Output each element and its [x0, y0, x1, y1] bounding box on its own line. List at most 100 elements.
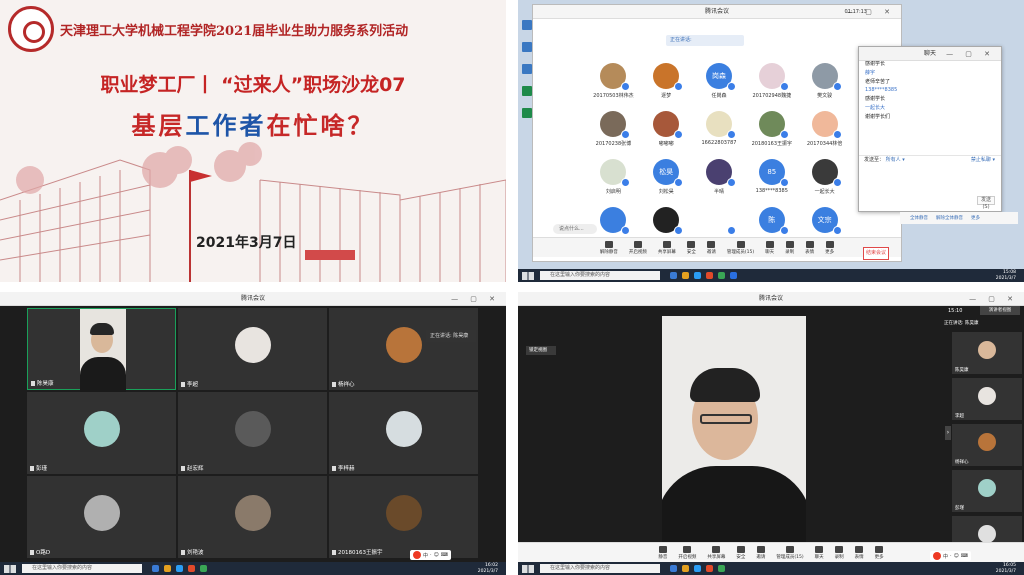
desktop-icon[interactable] — [522, 20, 532, 30]
participant-item[interactable]: 20170344林倍 — [798, 111, 851, 155]
toolbar-button[interactable]: 开启视频 — [629, 240, 647, 255]
video-tile[interactable]: 李梓赫 — [329, 392, 478, 474]
app-icon[interactable] — [188, 565, 195, 572]
participant-item[interactable]: 刘启明 — [587, 159, 640, 203]
participant-item[interactable]: 201702948魏捷 — [745, 63, 798, 107]
participant-item[interactable]: 半晴 — [693, 159, 746, 203]
toolbar-button[interactable]: 开启视频 — [678, 545, 696, 560]
mic-icon — [181, 382, 185, 387]
app-icon[interactable] — [164, 565, 171, 572]
toolbar-button[interactable]: 邀请 — [707, 240, 716, 255]
video-tile[interactable]: 杨祥心 — [329, 308, 478, 390]
windows-start-icon[interactable] — [4, 564, 16, 573]
desktop-icon[interactable] — [522, 108, 532, 118]
app-icon[interactable] — [706, 272, 713, 279]
participant-name: 赵宏辉 — [181, 464, 204, 472]
ime-toolbar[interactable]: 中 · ☺ ⌨ — [930, 551, 972, 561]
toolbar-button[interactable]: 共享屏幕 — [707, 545, 725, 560]
desktop-icon[interactable] — [522, 64, 532, 74]
video-tile[interactable]: 刘艳波 — [178, 476, 327, 558]
end-meeting-button[interactable]: 结束会议 — [863, 247, 889, 260]
taskbar-search[interactable]: 在这里输入你要搜索的内容 — [540, 271, 660, 280]
participant-item[interactable]: 20180163王振宇 — [745, 111, 798, 155]
meeting-window: 腾讯会议 01:17:13 — ▢ ✕ 正在讲话: 20170503林伟杰 逐梦 岗… — [532, 4, 902, 262]
app-icon[interactable] — [706, 565, 713, 572]
side-video-tile[interactable]: 陈昊康 — [952, 332, 1022, 374]
ime-toolbar[interactable]: 中 · ☺ ⌨ — [410, 550, 452, 560]
app-icon[interactable] — [718, 565, 725, 572]
toolbar-button[interactable]: 解除静音 — [600, 240, 618, 255]
window-controls[interactable]: — ▢ ✕ — [451, 292, 500, 306]
windows-start-icon[interactable] — [522, 271, 534, 280]
toolbar-button[interactable]: 录制 — [835, 545, 844, 560]
participant-name: 嘟嘟嘟 — [658, 141, 674, 147]
lock-view-button[interactable]: 锁定视图 — [526, 346, 556, 355]
windows-start-icon[interactable] — [522, 564, 534, 573]
app-icon[interactable] — [200, 565, 207, 572]
app-icon[interactable] — [694, 272, 701, 279]
app-icon[interactable] — [670, 272, 677, 279]
participant-item[interactable]: 85 138****8385 — [745, 159, 798, 203]
toolbar-button[interactable]: 聊天 — [765, 240, 774, 255]
app-icon[interactable] — [670, 565, 677, 572]
toolbar-button[interactable]: 共享屏幕 — [658, 240, 676, 255]
toolbar-button[interactable]: 录制 — [785, 240, 794, 255]
toolbar-button[interactable]: 表情 — [805, 240, 814, 255]
video-tile[interactable]: 彭瑾 — [27, 392, 176, 474]
send-button[interactable]: 发送(S) — [977, 196, 995, 210]
toolbar-button[interactable]: 表情 — [855, 545, 864, 560]
app-icon[interactable] — [682, 272, 689, 279]
toolbar-button[interactable]: 安全 — [687, 240, 696, 255]
app-icon[interactable] — [730, 272, 737, 279]
poster-subtitle: 基层工作者在忙啥？ — [131, 112, 375, 140]
participant-action-button[interactable]: 全体静音 — [910, 215, 928, 221]
taskbar-search[interactable]: 在这里输入你要搜索的内容 — [22, 564, 142, 573]
side-video-tile[interactable]: 杨祥心 — [952, 424, 1022, 466]
participant-action-button[interactable]: 解除全体静音 — [936, 215, 963, 221]
toolbar-icon — [712, 545, 721, 553]
toolbar-button[interactable]: 更多 — [825, 240, 834, 255]
chat-message: 感谢学长 — [865, 96, 886, 102]
desktop-icon[interactable] — [522, 86, 532, 96]
window-controls[interactable]: — ▢ ✕ — [969, 292, 1018, 306]
video-tile[interactable]: 陈昊康 — [27, 308, 176, 393]
send-target-select[interactable]: 所有人 ▾ — [886, 157, 905, 163]
participant-item[interactable]: 逐梦 — [640, 63, 693, 107]
participant-item[interactable]: 松昊 刘松昊 — [640, 159, 693, 203]
toolbar-button[interactable]: 聊天 — [815, 545, 824, 560]
toolbar-button[interactable]: 管理成员(15) — [776, 545, 804, 560]
app-icon[interactable] — [694, 565, 701, 572]
window-controls[interactable]: — ▢ ✕ — [946, 47, 995, 61]
participant-item[interactable]: 嘟嘟嘟 — [640, 111, 693, 155]
app-icon[interactable] — [176, 565, 183, 572]
window-controls[interactable]: — ▢ ✕ — [846, 5, 895, 19]
video-tile[interactable]: 赵宏辉 — [178, 392, 327, 474]
participant-item[interactable]: 一起长大 — [798, 159, 851, 203]
video-tile[interactable]: O路D — [27, 476, 176, 558]
layout-switch-button[interactable]: 演讲者视图 — [980, 306, 1020, 315]
toolbar-button[interactable]: 静音 — [658, 545, 667, 560]
participant-action-button[interactable]: 更多 — [971, 215, 980, 221]
participant-name: 刘艳波 — [181, 548, 204, 556]
taskbar-search[interactable]: 在这里输入你要搜索的内容 — [540, 564, 660, 573]
desktop-icon[interactable] — [522, 42, 532, 52]
toolbar-button[interactable]: 更多 — [875, 545, 884, 560]
participant-item[interactable]: 岗森 任岗森 — [693, 63, 746, 107]
app-icon[interactable] — [718, 272, 725, 279]
side-video-tile[interactable]: 李超 — [952, 378, 1022, 420]
participant-item[interactable]: 16622803787 — [693, 111, 746, 155]
participant-item[interactable]: 樊文骏 — [798, 63, 851, 107]
video-tile[interactable]: 李超 — [178, 308, 327, 390]
video-tile[interactable]: 20180163王振宇 — [329, 476, 478, 558]
ban-private-select[interactable]: 禁止私聊 ▾ — [971, 156, 995, 163]
collapse-sidebar-icon[interactable]: › — [945, 426, 951, 440]
toolbar-button[interactable]: 邀请 — [756, 545, 765, 560]
participant-item[interactable]: 20170238张博 — [587, 111, 640, 155]
app-icon[interactable] — [152, 565, 159, 572]
toolbar-button[interactable]: 安全 — [736, 545, 745, 560]
app-icon[interactable] — [682, 565, 689, 572]
chat-input[interactable]: 说点什么... — [553, 224, 597, 234]
participant-item[interactable]: 20170503林伟杰 — [587, 63, 640, 107]
side-video-tile[interactable]: 彭瑾 — [952, 470, 1022, 512]
toolbar-button[interactable]: 管理成员(15) — [727, 240, 754, 255]
